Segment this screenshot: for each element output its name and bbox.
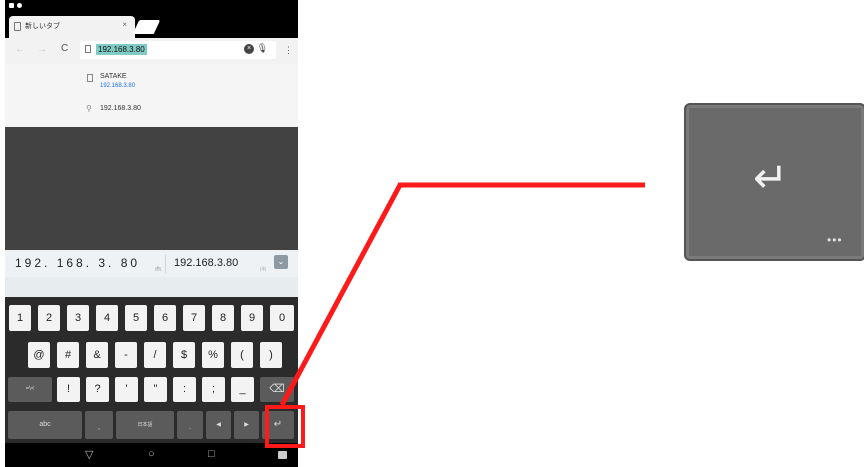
key-dollar[interactable]: $ <box>173 342 195 368</box>
enter-arrow-icon: ↵ <box>753 154 789 201</box>
candidate-mark: [数] <box>155 266 162 271</box>
key-abc[interactable]: abc <box>8 411 82 439</box>
key-7[interactable]: 7 <box>183 305 205 331</box>
status-bar <box>5 0 298 12</box>
reload-icon[interactable]: C <box>61 43 68 54</box>
key-exclamation[interactable]: ! <box>57 377 80 402</box>
page-icon <box>87 74 93 82</box>
url-bar[interactable]: 192.168.3.80 × 🎙 <box>80 41 276 59</box>
page-icon <box>85 45 91 53</box>
key-period[interactable]: . <box>177 411 203 439</box>
notification-icon <box>9 3 14 8</box>
key-language[interactable]: 日本語 <box>116 411 174 439</box>
candidate-half-width[interactable]: 192.168.3.80 <box>174 257 238 269</box>
android-tablet-screen: 新しいタブ × ← → C 192.168.3.80 × 🎙 ⋮ SATAKE … <box>5 0 298 467</box>
cursor-right-key[interactable]: ▶ <box>234 411 259 439</box>
microphone-icon[interactable]: 🎙 <box>257 43 268 54</box>
key-semicolon[interactable]: ; <box>202 377 225 402</box>
key-0[interactable]: 0 <box>270 305 294 331</box>
divider <box>165 255 166 273</box>
browser-tab[interactable]: 新しいタブ × <box>9 16 135 38</box>
key-9[interactable]: 9 <box>241 305 263 331</box>
key-ampersand[interactable]: & <box>86 342 108 368</box>
back-icon[interactable]: ▽ <box>85 448 93 461</box>
key-open-paren[interactable]: ( <box>231 342 253 368</box>
key-8[interactable]: 8 <box>212 305 234 331</box>
home-icon[interactable]: ○ <box>148 448 155 460</box>
forward-arrow-icon[interactable]: → <box>37 44 47 55</box>
tab-close-button[interactable]: × <box>122 20 127 29</box>
key-hash[interactable]: # <box>57 342 79 368</box>
system-nav-bar: ▽ ○ □ <box>5 443 298 467</box>
key-4[interactable]: 4 <box>96 305 118 331</box>
zoomed-enter-key: ↵ ••• <box>684 103 864 261</box>
ime-candidate-bar: 192. 168. 3. 80 [数] 192.168.3.80 [半] ⌄ <box>5 250 298 277</box>
highlight-box <box>265 405 305 448</box>
expand-candidates-icon[interactable]: ⌄ <box>274 255 288 269</box>
tab-title: 新しいタブ <box>25 23 60 30</box>
key-apostrophe[interactable]: ' <box>115 377 138 402</box>
key-1[interactable]: 1 <box>9 305 31 331</box>
suggestion-title: SATAKE <box>100 73 127 80</box>
omnibox-suggestions: SATAKE 192.168.3.80 ⚲ 192.168.3.80 <box>5 64 298 127</box>
cursor-left-key[interactable]: ◀ <box>206 411 231 439</box>
key-close-paren[interactable]: ) <box>260 342 282 368</box>
more-dots-icon: ••• <box>827 233 843 247</box>
suggestion-text: 192.168.3.80 <box>100 105 141 112</box>
key-5[interactable]: 5 <box>125 305 147 331</box>
key-quote[interactable]: " <box>144 377 167 402</box>
keyboard-switch-icon[interactable] <box>278 451 287 459</box>
key-percent[interactable]: % <box>202 342 224 368</box>
back-arrow-icon[interactable]: ← <box>15 44 25 55</box>
candidate-area <box>5 277 298 297</box>
soft-keyboard: 1 2 3 4 5 6 7 8 9 0 @ # & - / $ % ( ) =\… <box>5 297 298 443</box>
key-colon[interactable]: : <box>173 377 196 402</box>
key-comma[interactable]: , <box>85 411 113 439</box>
key-hyphen[interactable]: - <box>115 342 137 368</box>
key-3[interactable]: 3 <box>67 305 89 331</box>
menu-icon[interactable]: ⋮ <box>284 45 293 56</box>
candidate-mark: [半] <box>260 266 267 271</box>
clear-icon[interactable]: × <box>244 44 254 54</box>
key-6[interactable]: 6 <box>154 305 176 331</box>
notification-dot-icon <box>17 3 22 8</box>
key-slash[interactable]: / <box>144 342 166 368</box>
url-input[interactable]: 192.168.3.80 <box>96 44 147 55</box>
key-symbol-page[interactable]: =\< <box>8 377 52 402</box>
candidate-full-width[interactable]: 192. 168. 3. 80 <box>15 256 140 270</box>
key-at[interactable]: @ <box>28 342 50 368</box>
key-2[interactable]: 2 <box>38 305 60 331</box>
callout-polyline <box>279 182 645 407</box>
backspace-key[interactable]: ⌫ <box>260 377 294 402</box>
search-icon: ⚲ <box>86 104 92 113</box>
page-icon <box>14 22 21 31</box>
key-underscore[interactable]: _ <box>231 377 254 402</box>
key-question[interactable]: ? <box>86 377 109 402</box>
suggestion-url: 192.168.3.80 <box>100 83 136 89</box>
recents-icon[interactable]: □ <box>208 448 215 460</box>
page-content <box>5 127 298 250</box>
